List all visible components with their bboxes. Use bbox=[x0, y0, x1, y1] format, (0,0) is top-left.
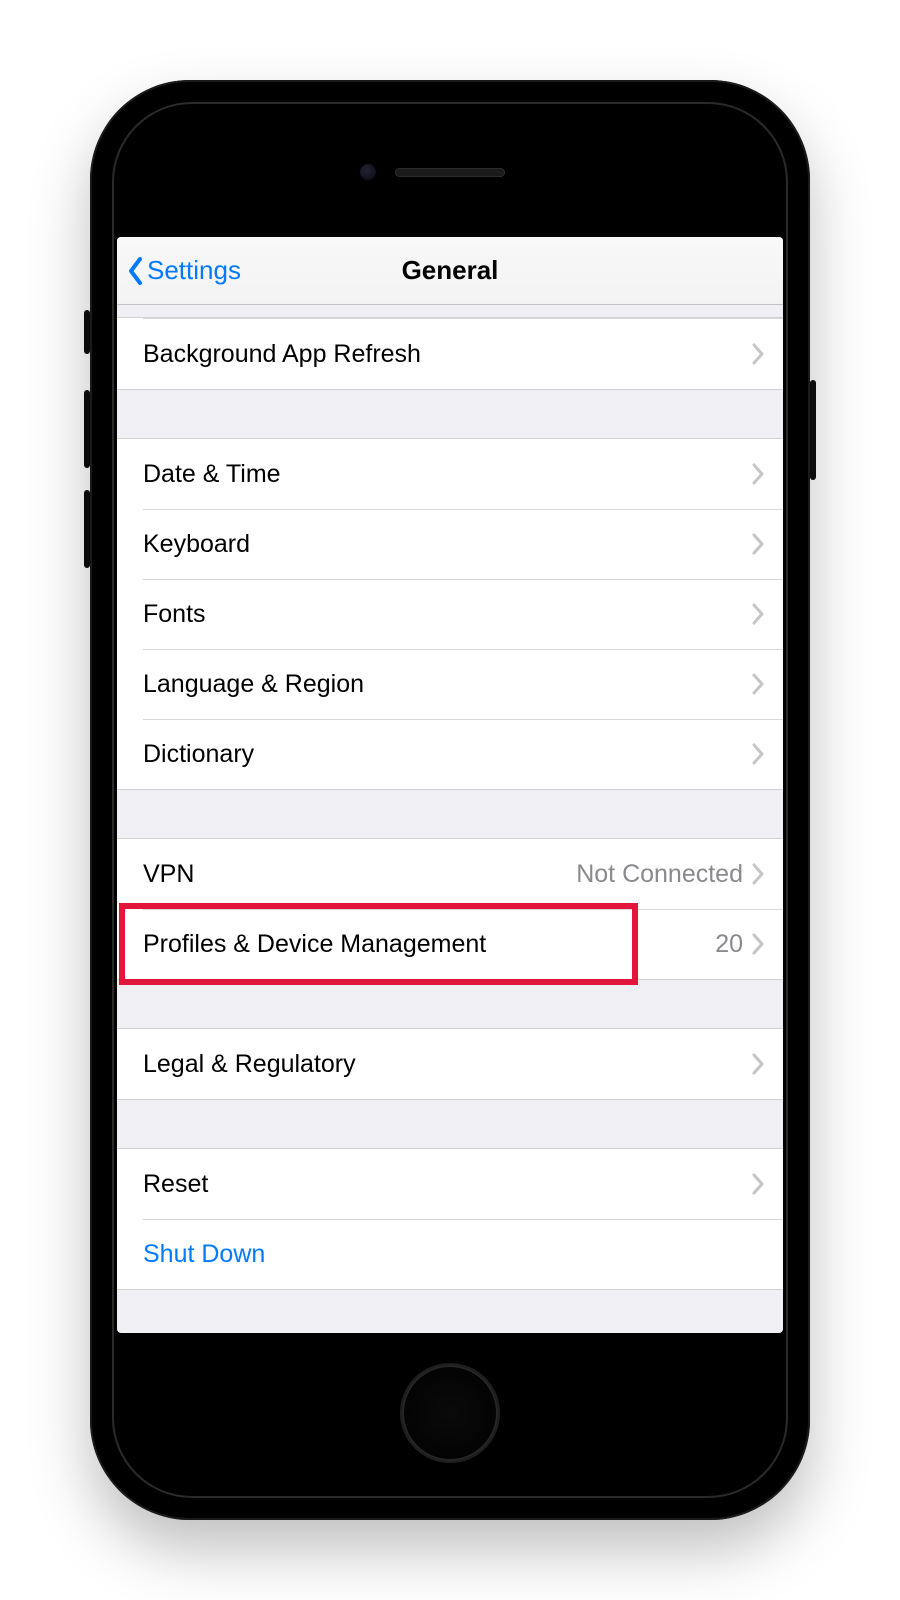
chevron-right-icon bbox=[751, 742, 765, 766]
mute-switch bbox=[84, 310, 90, 354]
row-shut-down[interactable]: Shut Down bbox=[117, 1219, 783, 1289]
row-label: VPN bbox=[143, 860, 576, 889]
row-reset[interactable]: Reset bbox=[117, 1149, 783, 1219]
row-value: Not Connected bbox=[576, 860, 743, 889]
group-spacer bbox=[117, 790, 783, 838]
row-value: 20 bbox=[715, 930, 743, 959]
row-label: Shut Down bbox=[143, 1240, 765, 1269]
row-label: Background App Refresh bbox=[143, 340, 751, 369]
group-spacer bbox=[117, 390, 783, 438]
bezel-bottom bbox=[117, 1333, 783, 1493]
group-spacer bbox=[117, 305, 783, 317]
row-background-app-refresh[interactable]: Background App Refresh bbox=[117, 319, 783, 389]
chevron-right-icon bbox=[751, 672, 765, 696]
row-keyboard[interactable]: Keyboard bbox=[117, 509, 783, 579]
bezel-top bbox=[117, 107, 783, 237]
back-button[interactable]: Settings bbox=[127, 255, 241, 286]
row-label: Fonts bbox=[143, 600, 751, 629]
row-dictionary[interactable]: Dictionary bbox=[117, 719, 783, 789]
navbar: Settings General bbox=[117, 237, 783, 305]
row-label: Date & Time bbox=[143, 460, 751, 489]
chevron-right-icon bbox=[751, 342, 765, 366]
home-button[interactable] bbox=[402, 1365, 498, 1461]
screen: Settings General Background App Refresh D… bbox=[117, 237, 783, 1333]
chevron-right-icon bbox=[751, 1172, 765, 1196]
power-button bbox=[810, 380, 816, 480]
row-label: Keyboard bbox=[143, 530, 751, 559]
group-spacer bbox=[117, 1290, 783, 1333]
row-label: Legal & Regulatory bbox=[143, 1050, 751, 1079]
back-label: Settings bbox=[147, 255, 241, 286]
row-label: Language & Region bbox=[143, 670, 751, 699]
canvas: Settings General Background App Refresh D… bbox=[0, 0, 900, 1600]
row-label: Profiles & Device Management bbox=[143, 930, 715, 959]
settings-group: Date & Time Keyboard Fonts Language & Regio… bbox=[117, 438, 783, 790]
volume-down-button bbox=[84, 490, 90, 568]
front-camera bbox=[360, 164, 376, 180]
chevron-right-icon bbox=[751, 602, 765, 626]
row-fonts[interactable]: Fonts bbox=[117, 579, 783, 649]
settings-group: Background App Refresh bbox=[117, 317, 783, 390]
phone-inner: Settings General Background App Refresh D… bbox=[112, 102, 788, 1498]
group-spacer bbox=[117, 1100, 783, 1148]
earpiece-speaker bbox=[395, 168, 505, 177]
row-legal-regulatory[interactable]: Legal & Regulatory bbox=[117, 1029, 783, 1099]
chevron-left-icon bbox=[127, 256, 145, 286]
settings-group: Reset Shut Down bbox=[117, 1148, 783, 1290]
volume-up-button bbox=[84, 390, 90, 468]
chevron-right-icon bbox=[751, 862, 765, 886]
group-spacer bbox=[117, 980, 783, 1028]
settings-group: Legal & Regulatory bbox=[117, 1028, 783, 1100]
row-vpn[interactable]: VPNNot Connected bbox=[117, 839, 783, 909]
settings-list: Background App Refresh Date & Time Keyboar… bbox=[117, 305, 783, 1333]
chevron-right-icon bbox=[751, 532, 765, 556]
chevron-right-icon bbox=[751, 932, 765, 956]
phone-frame: Settings General Background App Refresh D… bbox=[90, 80, 810, 1520]
row-date-time[interactable]: Date & Time bbox=[117, 439, 783, 509]
row-label: Reset bbox=[143, 1170, 751, 1199]
row-profiles-device-management[interactable]: Profiles & Device Management20 bbox=[117, 909, 783, 979]
row-language-region[interactable]: Language & Region bbox=[117, 649, 783, 719]
chevron-right-icon bbox=[751, 1052, 765, 1076]
row-label: Dictionary bbox=[143, 740, 751, 769]
chevron-right-icon bbox=[751, 462, 765, 486]
settings-group: VPNNot ConnectedProfiles & Device Manage… bbox=[117, 838, 783, 980]
